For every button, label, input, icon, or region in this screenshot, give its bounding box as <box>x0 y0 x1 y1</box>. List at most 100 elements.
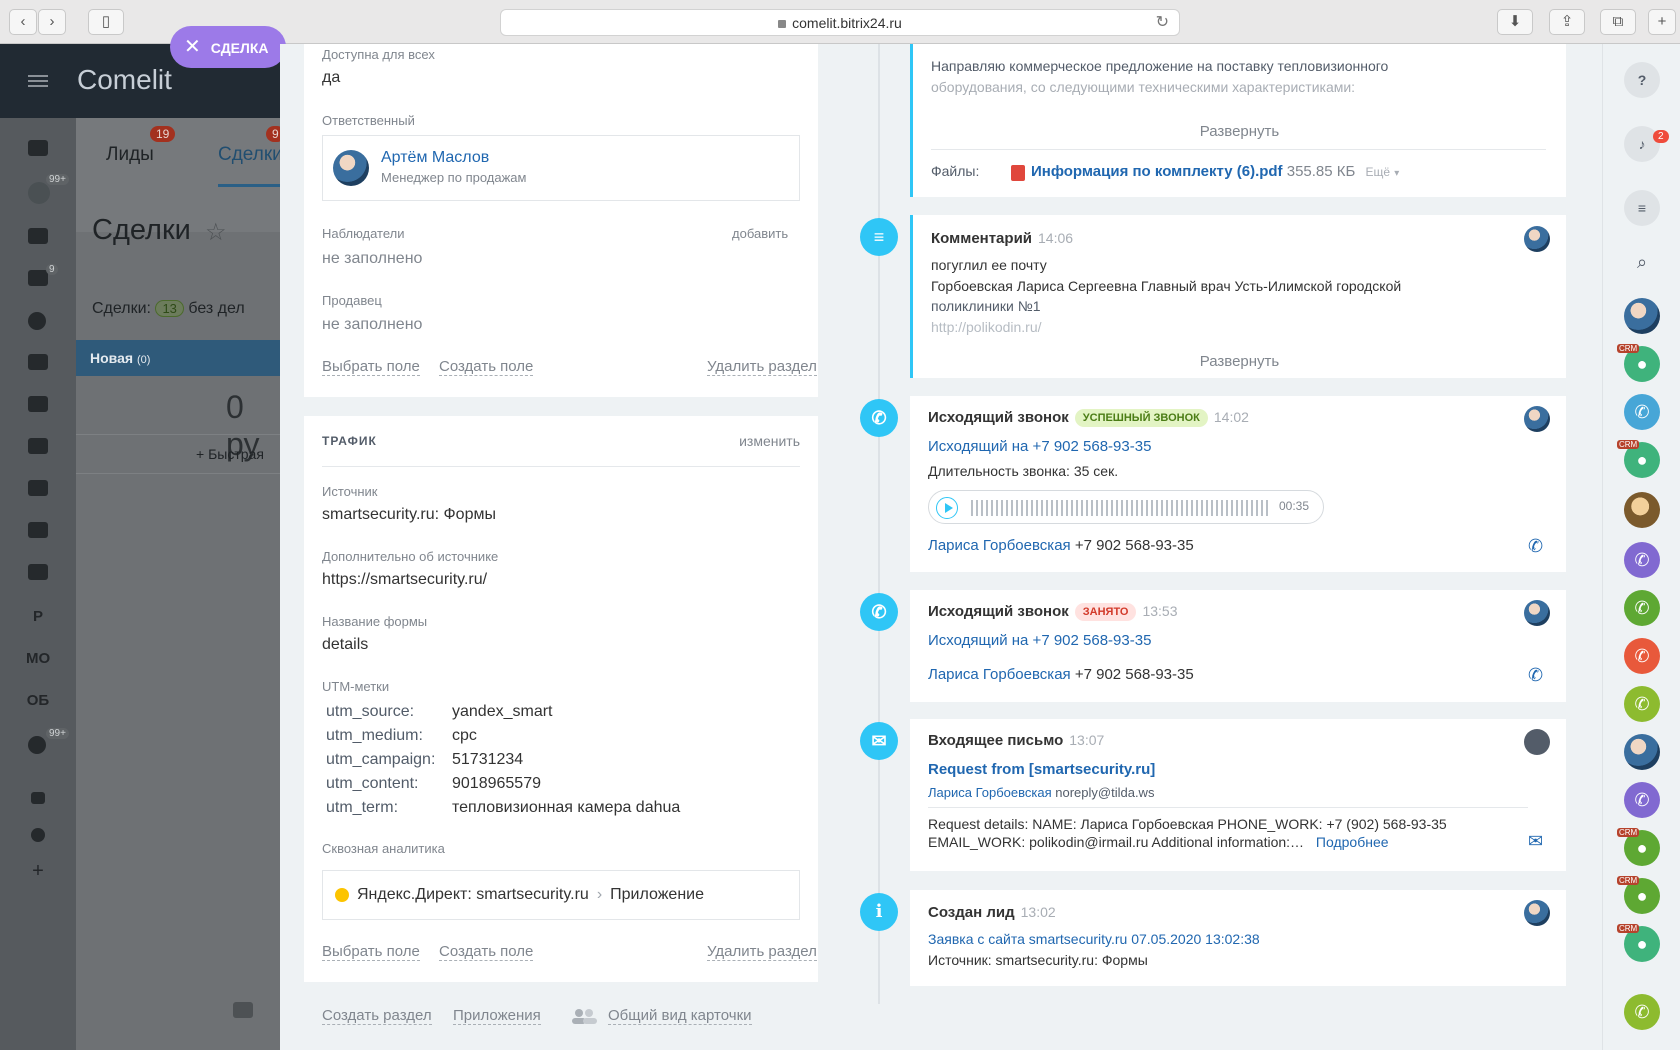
phone-icon[interactable]: ✆ <box>1624 686 1660 722</box>
download-icon[interactable]: ⬇ <box>1497 9 1533 35</box>
phone-icon[interactable]: ✆ <box>1624 542 1660 578</box>
edit-link[interactable]: изменить <box>739 433 800 449</box>
reload-icon[interactable]: ↻ <box>1156 10 1169 36</box>
analytics-source: Яндекс.Директ: smartsecurity.ru <box>357 886 589 903</box>
rail-item-mo[interactable]: МО <box>26 650 50 667</box>
contact-link[interactable]: Лариса Горбоевская <box>928 537 1071 554</box>
drive-icon[interactable] <box>28 396 48 412</box>
call-link[interactable]: Исходящий на +7 902 568-93-35 <box>928 632 1151 649</box>
delete-section-link[interactable]: Удалить раздел <box>707 943 817 961</box>
email-subject[interactable]: Request from [smartsecurity.ru] <box>928 761 1155 778</box>
chat-icon[interactable] <box>28 438 48 454</box>
new-tab-button[interactable]: + <box>1648 9 1676 35</box>
messenger-icon[interactable]: ≡ <box>1624 190 1660 226</box>
star-icon[interactable]: ☆ <box>205 218 227 247</box>
rail-item-r[interactable]: Р <box>26 608 50 625</box>
add-icon[interactable]: + <box>26 860 50 883</box>
responsible-box[interactable]: Артём Маслов Менеджер по продажам <box>322 135 800 201</box>
expand-link[interactable]: Развернуть <box>913 123 1566 140</box>
counter-label: Сделки: <box>92 300 151 317</box>
create-field-link[interactable]: Создать поле <box>439 943 534 961</box>
expand-link[interactable]: Развернуть <box>913 353 1566 370</box>
tasks-icon[interactable] <box>28 270 48 286</box>
lead-source: Источник: smartsecurity.ru: Формы <box>928 952 1148 968</box>
responsible-name[interactable]: Артём Маслов <box>381 149 489 167</box>
tab-deals[interactable]: Сделки <box>218 144 283 166</box>
observers-add-link[interactable]: добавить <box>732 226 788 241</box>
available-value: да <box>322 69 341 86</box>
share-icon[interactable]: ⇪ <box>1549 9 1585 35</box>
more-link[interactable]: Подробнее <box>1316 834 1389 850</box>
news-icon[interactable] <box>28 140 48 156</box>
tabs-icon[interactable]: ⧉ <box>1600 9 1636 35</box>
divider <box>322 466 800 467</box>
apps-link[interactable]: Приложения <box>453 1007 541 1025</box>
phone-icon[interactable]: ✆ <box>1624 638 1660 674</box>
calendar-icon[interactable] <box>28 228 48 244</box>
comment-url[interactable]: http://polikodin.ru/ <box>931 319 1042 335</box>
phone-icon[interactable]: ✆ <box>1624 590 1660 626</box>
delete-section-link[interactable]: Удалить раздел <box>707 358 817 376</box>
reply-email-icon[interactable]: ✉ <box>1528 831 1548 851</box>
forward-button[interactable]: › <box>38 9 66 35</box>
rail-item-ob[interactable]: ОБ <box>26 692 50 709</box>
store-icon[interactable] <box>28 564 48 580</box>
menu-icon[interactable] <box>28 75 48 87</box>
call-link[interactable]: Исходящий на +7 902 568-93-35 <box>928 438 1151 455</box>
avatar[interactable] <box>1624 298 1660 334</box>
lead-link[interactable]: Заявка с сайта smartsecurity.ru 07.05.20… <box>928 931 1260 947</box>
counter-value[interactable]: 13 <box>155 300 184 317</box>
avatar[interactable] <box>1624 734 1660 770</box>
sender-link[interactable]: Лариса Горбоевская <box>928 785 1052 800</box>
more-files-link[interactable]: Ещё <box>1366 165 1391 179</box>
knowledge-icon[interactable] <box>28 354 48 370</box>
contact-link[interactable]: Лариса Горбоевская <box>928 666 1071 683</box>
phone-icon[interactable]: ✆ <box>1624 994 1660 1030</box>
utm-label: UTM-метки <box>322 679 390 694</box>
url-text: comelit.bitrix24.ru <box>792 15 902 31</box>
quick-add-button[interactable]: + Быстрая <box>76 434 280 474</box>
author-avatar[interactable] <box>1524 600 1550 626</box>
waveform[interactable] <box>971 500 1271 516</box>
select-field-link[interactable]: Выбрать поле <box>322 943 420 961</box>
create-section-link[interactable]: Создать раздел <box>322 1007 432 1025</box>
file-link[interactable]: Информация по комплекту (6).pdf <box>1031 163 1283 180</box>
author-avatar[interactable] <box>1524 900 1550 926</box>
stage-header[interactable]: Новая (0) <box>76 340 280 376</box>
analytics-box[interactable]: Яндекс.Директ: smartsecurity.ru › Приложен… <box>322 870 800 920</box>
author-avatar[interactable] <box>1524 406 1550 432</box>
phone-icon[interactable]: ✆ <box>1624 782 1660 818</box>
more-icon[interactable] <box>28 736 46 754</box>
utm-key: utm_source: <box>326 703 415 720</box>
structure-icon[interactable] <box>31 792 45 804</box>
search-icon[interactable]: ⌕ <box>1624 244 1660 280</box>
avatar[interactable] <box>1624 492 1660 528</box>
back-button[interactable]: ‹ <box>9 9 37 35</box>
close-icon: ✕ <box>184 36 201 58</box>
lock-icon <box>778 20 787 29</box>
author-avatar[interactable] <box>1524 226 1550 252</box>
contacts-icon[interactable] <box>28 480 48 496</box>
close-deal-button[interactable]: ✕ СДЕЛКА <box>170 26 287 68</box>
contact-phone: +7 902 568-93-35 <box>1074 537 1194 554</box>
printer-icon[interactable] <box>233 1002 253 1018</box>
phone-icon[interactable]: ✆ <box>1528 536 1548 556</box>
files-label: Файлы: <box>931 163 980 179</box>
general-view-link[interactable]: Общий вид карточки <box>608 1007 752 1025</box>
groups-icon[interactable] <box>28 522 48 538</box>
avatar <box>333 150 369 186</box>
settings-icon[interactable] <box>31 828 45 842</box>
play-button[interactable] <box>936 497 958 519</box>
create-field-link[interactable]: Создать поле <box>439 358 534 376</box>
address-bar[interactable]: comelit.bitrix24.ru ↻ <box>500 9 1180 36</box>
comment-header: Комментарий 14:06 <box>931 230 1073 247</box>
crm-icon[interactable] <box>28 182 50 204</box>
clock-icon[interactable] <box>28 312 46 330</box>
phone-icon[interactable]: ✆ <box>1528 665 1548 685</box>
help-icon[interactable]: ? <box>1624 62 1660 98</box>
tab-underline <box>218 184 280 187</box>
phone-icon[interactable]: ✆ <box>1624 394 1660 430</box>
select-field-link[interactable]: Выбрать поле <box>322 358 420 376</box>
sidebar-toggle-icon[interactable]: ▯ <box>88 9 124 35</box>
tab-leads[interactable]: Лиды <box>106 144 154 166</box>
